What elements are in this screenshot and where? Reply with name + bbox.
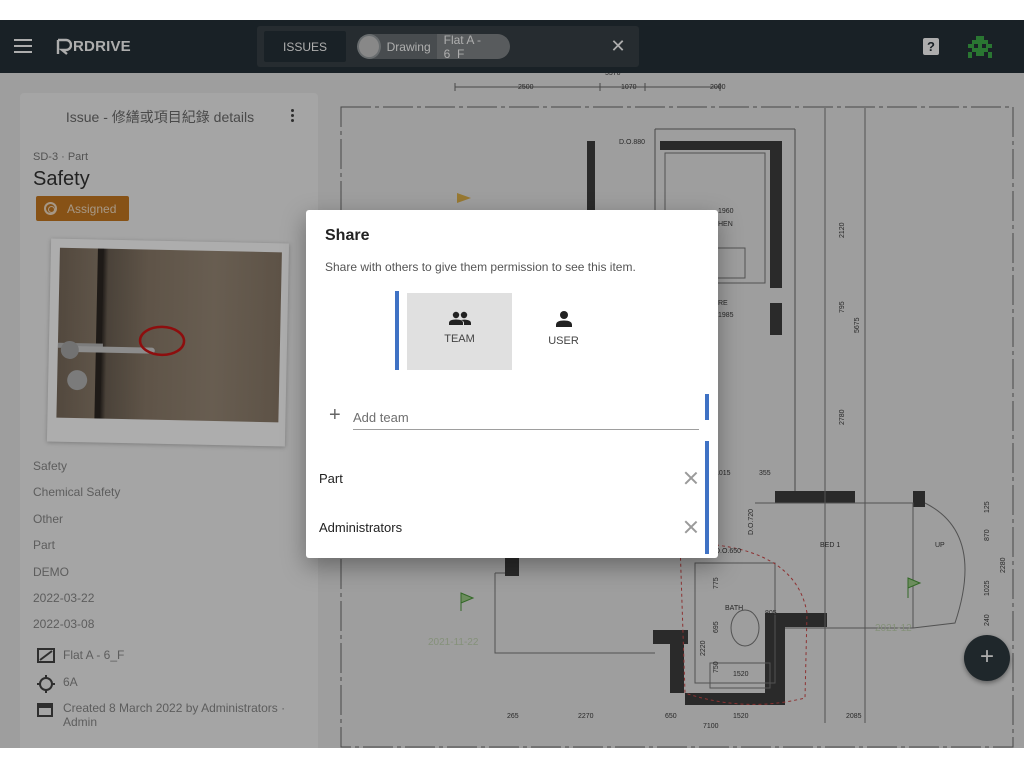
share-dialog: Share Share with others to give them per…: [306, 210, 718, 558]
remove-icon[interactable]: [685, 521, 697, 533]
toggle-indicator: [395, 291, 399, 370]
dialog-title: Share: [325, 227, 370, 244]
team-list-item: Administrators: [319, 516, 699, 538]
team-icon: [448, 311, 471, 325]
input-scrollbar[interactable]: [705, 394, 709, 420]
user-icon: [555, 311, 572, 327]
team-list-item: Part: [319, 467, 699, 489]
toggle-team-label: TEAM: [444, 333, 475, 345]
toggle-user-button[interactable]: USER: [511, 293, 616, 370]
team-name: Administrators: [319, 519, 403, 535]
toggle-team-button[interactable]: TEAM: [407, 293, 512, 370]
remove-icon[interactable]: [685, 472, 697, 484]
toggle-user-label: USER: [548, 335, 579, 347]
share-type-toggle: TEAM: [395, 291, 517, 370]
add-team-input[interactable]: [353, 406, 699, 430]
add-team-row: +: [329, 405, 699, 436]
dialog-subtitle: Share with others to give them permissio…: [325, 260, 636, 274]
app-window: Issue - 修繕或項目紀錄 details SD-3 · Part Safe…: [0, 20, 1024, 748]
team-name: Part: [319, 470, 343, 486]
list-scrollbar[interactable]: [705, 441, 709, 554]
add-icon[interactable]: +: [329, 405, 341, 425]
